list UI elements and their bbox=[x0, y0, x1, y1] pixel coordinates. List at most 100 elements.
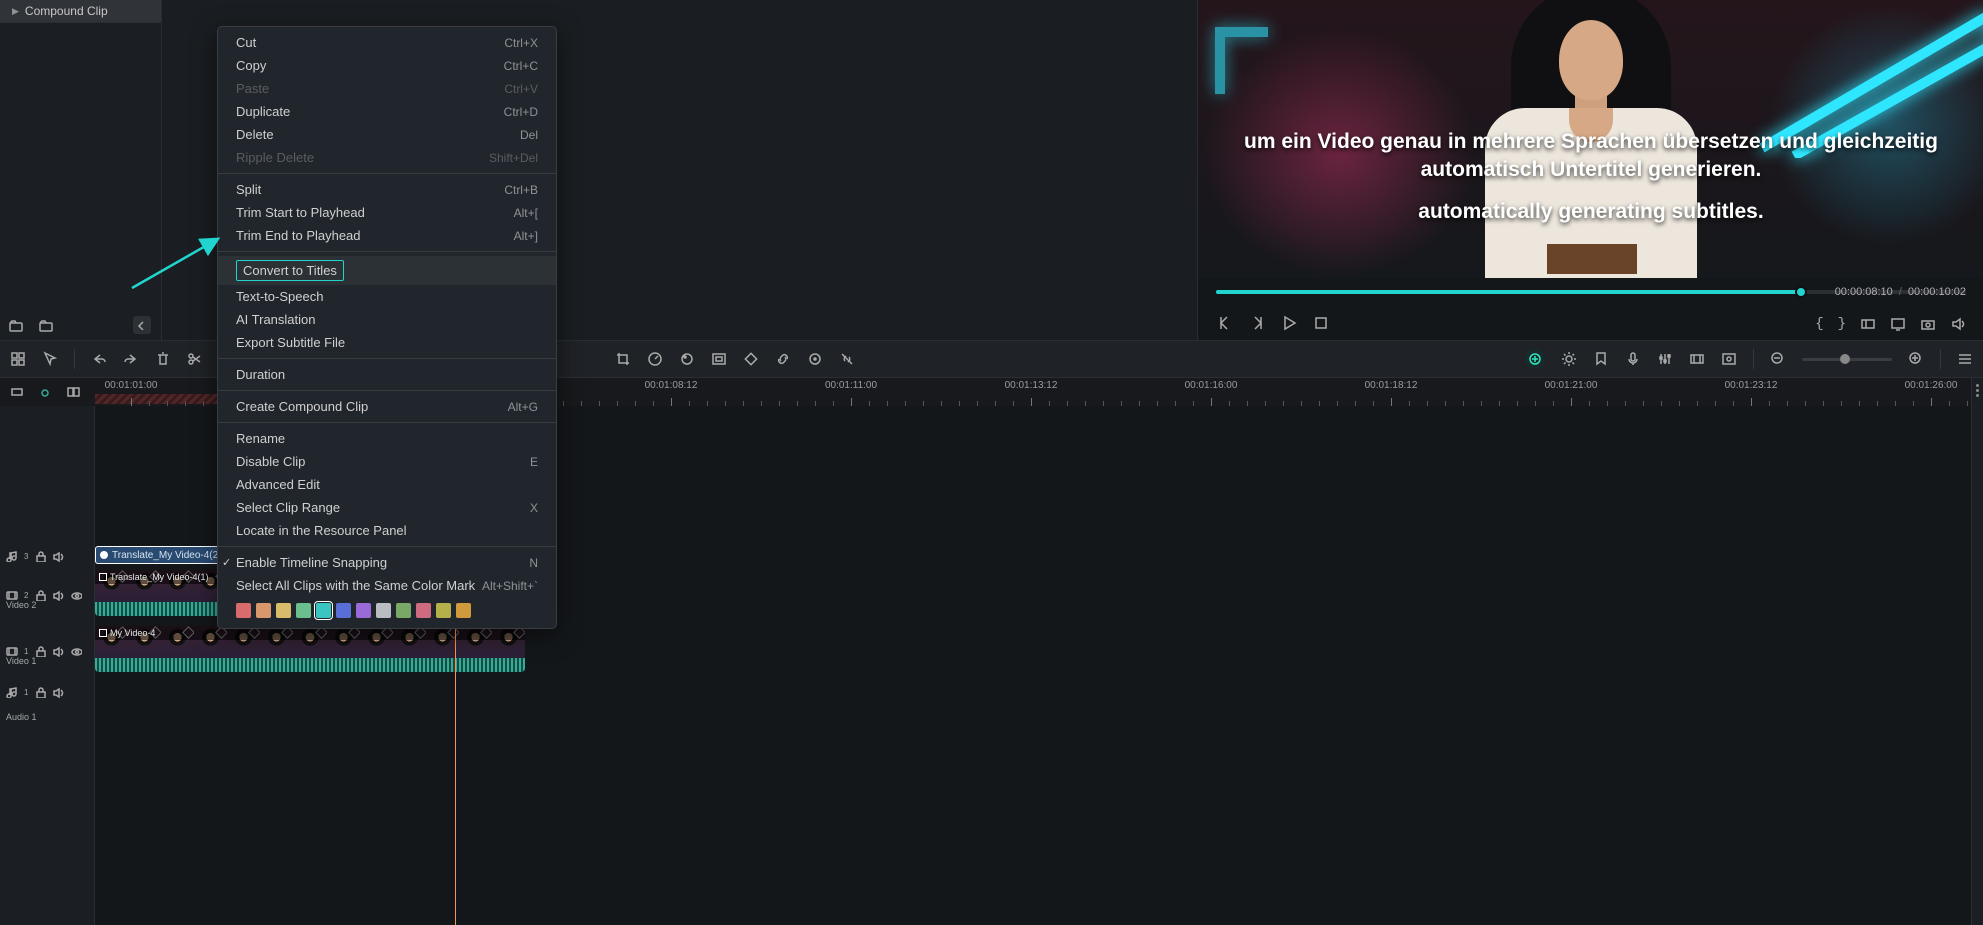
step-back-button[interactable] bbox=[1216, 314, 1234, 332]
track-header[interactable]: 1Video 1 bbox=[0, 626, 95, 676]
link-toggle-icon[interactable] bbox=[775, 351, 791, 367]
color-swatch[interactable] bbox=[316, 603, 331, 618]
mute-icon[interactable] bbox=[52, 550, 64, 562]
color-swatch[interactable] bbox=[456, 603, 471, 618]
mark-in-button[interactable]: { bbox=[1815, 316, 1823, 332]
unlink-icon[interactable] bbox=[839, 351, 855, 367]
lock-icon[interactable] bbox=[34, 686, 46, 698]
visibility-icon[interactable] bbox=[70, 645, 82, 657]
zoom-out-button[interactable] bbox=[1770, 351, 1786, 367]
render-icon[interactable] bbox=[1689, 351, 1705, 367]
crop-icon[interactable] bbox=[615, 351, 631, 367]
mask-icon[interactable] bbox=[711, 351, 727, 367]
lock-icon[interactable] bbox=[34, 550, 46, 562]
track-header[interactable]: 1Audio 1 bbox=[0, 682, 95, 702]
timeline-view-options-icon[interactable] bbox=[1957, 351, 1973, 367]
mute-icon[interactable] bbox=[52, 645, 64, 657]
step-forward-button[interactable] bbox=[1248, 314, 1266, 332]
progress-knob[interactable] bbox=[1795, 286, 1807, 298]
collapse-panel-button[interactable] bbox=[133, 316, 151, 334]
compound-clip-tab[interactable]: ▶ Compound Clip bbox=[0, 0, 161, 23]
menu-item-enable-timeline-snapping[interactable]: ✓Enable Timeline SnappingN bbox=[218, 551, 556, 574]
voiceover-mic-icon[interactable] bbox=[1625, 351, 1641, 367]
track-match-icon[interactable] bbox=[10, 385, 24, 399]
color-swatch[interactable] bbox=[236, 603, 251, 618]
redo-button[interactable] bbox=[123, 351, 139, 367]
split-tool-icon[interactable] bbox=[187, 351, 203, 367]
track-link-icon[interactable] bbox=[38, 385, 52, 399]
export-frame-icon[interactable] bbox=[1721, 351, 1737, 367]
speed-icon[interactable] bbox=[647, 351, 663, 367]
delete-button[interactable] bbox=[155, 351, 171, 367]
menu-item-locate-in-the-resource-panel[interactable]: Locate in the Resource Panel bbox=[218, 519, 556, 542]
motion-tracking-icon[interactable] bbox=[807, 351, 823, 367]
color-swatch[interactable] bbox=[356, 603, 371, 618]
menu-item-duration[interactable]: Duration bbox=[218, 363, 556, 386]
menu-item-duplicate[interactable]: DuplicateCtrl+D bbox=[218, 100, 556, 123]
color-swatch[interactable] bbox=[416, 603, 431, 618]
visibility-icon[interactable] bbox=[70, 589, 82, 601]
video-clip[interactable]: My Video-4 bbox=[95, 626, 525, 672]
volume-icon[interactable] bbox=[1950, 316, 1966, 332]
mute-icon[interactable] bbox=[52, 686, 64, 698]
folder-add-icon[interactable] bbox=[8, 318, 24, 334]
color-swatch[interactable] bbox=[436, 603, 451, 618]
work-area-indicator[interactable] bbox=[95, 394, 217, 404]
stop-button[interactable] bbox=[1312, 314, 1330, 332]
menu-item-advanced-edit[interactable]: Advanced Edit bbox=[218, 473, 556, 496]
menu-item-disable-clip[interactable]: Disable ClipE bbox=[218, 450, 556, 473]
keyframe-square-icon[interactable] bbox=[743, 351, 759, 367]
menu-item-copy[interactable]: CopyCtrl+C bbox=[218, 54, 556, 77]
pointer-tool-icon[interactable] bbox=[42, 351, 58, 367]
layout-grid-icon[interactable] bbox=[10, 351, 26, 367]
zoom-slider[interactable] bbox=[1802, 358, 1892, 361]
track-index: 3 bbox=[24, 552, 28, 561]
menu-item-label: Trim Start to Playhead bbox=[236, 205, 365, 220]
zoom-in-button[interactable] bbox=[1908, 351, 1924, 367]
display-icon[interactable] bbox=[1890, 316, 1906, 332]
marker-icon[interactable] bbox=[1593, 351, 1609, 367]
track-header[interactable]: 3 bbox=[0, 546, 95, 566]
audio-mixer-icon[interactable] bbox=[1657, 351, 1673, 367]
menu-item-select-clip-range[interactable]: Select Clip RangeX bbox=[218, 496, 556, 519]
color-swatch[interactable] bbox=[276, 603, 291, 618]
ai-tools-button[interactable] bbox=[1525, 349, 1545, 369]
menu-item-create-compound-clip[interactable]: Create Compound ClipAlt+G bbox=[218, 395, 556, 418]
menu-item-trim-end-to-playhead[interactable]: Trim End to PlayheadAlt+] bbox=[218, 224, 556, 247]
color-icon[interactable] bbox=[679, 351, 695, 367]
menu-item-trim-start-to-playhead[interactable]: Trim Start to PlayheadAlt+[ bbox=[218, 201, 556, 224]
track-insert-icon[interactable] bbox=[66, 385, 80, 399]
clip-name: Translate_My Video-4(2) bbox=[112, 550, 222, 561]
menu-item-split[interactable]: SplitCtrl+B bbox=[218, 178, 556, 201]
preview-viewport[interactable]: um ein Video genau in mehrere Sprachen ü… bbox=[1198, 0, 1983, 278]
menu-item-label: Delete bbox=[236, 127, 274, 142]
menu-item-shortcut: Ctrl+V bbox=[504, 82, 538, 96]
more-options-icon[interactable] bbox=[1976, 384, 1979, 397]
menu-item-shortcut: Alt+Shift+` bbox=[482, 579, 538, 593]
crop-ratio-icon[interactable] bbox=[1860, 316, 1876, 332]
settings-gear-icon[interactable] bbox=[1561, 351, 1577, 367]
color-swatch[interactable] bbox=[296, 603, 311, 618]
color-swatch[interactable] bbox=[376, 603, 391, 618]
menu-item-convert-to-titles[interactable]: Convert to Titles bbox=[218, 256, 556, 285]
color-swatch[interactable] bbox=[256, 603, 271, 618]
mute-icon[interactable] bbox=[52, 589, 64, 601]
snapshot-icon[interactable] bbox=[1920, 316, 1936, 332]
menu-item-ai-translation[interactable]: AI Translation bbox=[218, 308, 556, 331]
menu-item-shortcut: Alt+] bbox=[514, 229, 538, 243]
menu-item-select-all-clips-with-the-same-color-mark[interactable]: Select All Clips with the Same Color Mar… bbox=[218, 574, 556, 597]
menu-item-rename[interactable]: Rename bbox=[218, 427, 556, 450]
color-swatch[interactable] bbox=[336, 603, 351, 618]
menu-item-text-to-speech[interactable]: Text-to-Speech bbox=[218, 285, 556, 308]
color-swatch[interactable] bbox=[396, 603, 411, 618]
menu-item-export-subtitle-file[interactable]: Export Subtitle File bbox=[218, 331, 556, 354]
menu-item-delete[interactable]: DeleteDel bbox=[218, 123, 556, 146]
track-header[interactable]: 2Video 2 bbox=[0, 570, 95, 620]
zoom-slider-knob[interactable] bbox=[1840, 354, 1850, 364]
menu-item-cut[interactable]: CutCtrl+X bbox=[218, 31, 556, 54]
mark-out-button[interactable]: } bbox=[1838, 316, 1846, 332]
undo-button[interactable] bbox=[91, 351, 107, 367]
folder-icon[interactable] bbox=[38, 318, 54, 334]
menu-item-label: Locate in the Resource Panel bbox=[236, 523, 407, 538]
play-button[interactable] bbox=[1280, 314, 1298, 332]
